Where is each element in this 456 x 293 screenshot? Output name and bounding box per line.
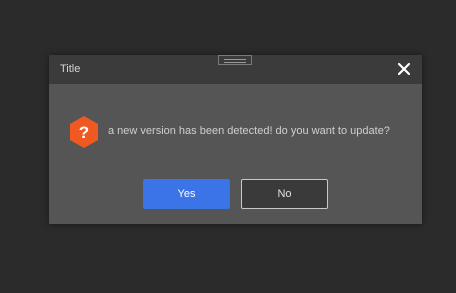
no-button[interactable]: No [241, 179, 328, 209]
update-dialog: Title ? a new version has been detected!… [49, 55, 422, 224]
svg-text:?: ? [79, 123, 89, 142]
dialog-titlebar[interactable]: Title [49, 55, 422, 84]
drag-handle[interactable] [218, 55, 252, 65]
close-button[interactable] [396, 61, 412, 77]
question-icon: ? [70, 116, 98, 148]
close-icon [397, 62, 411, 76]
dialog-title: Title [60, 63, 81, 75]
dialog-message: a new version has been detected! do you … [108, 125, 390, 137]
yes-button[interactable]: Yes [143, 179, 230, 209]
